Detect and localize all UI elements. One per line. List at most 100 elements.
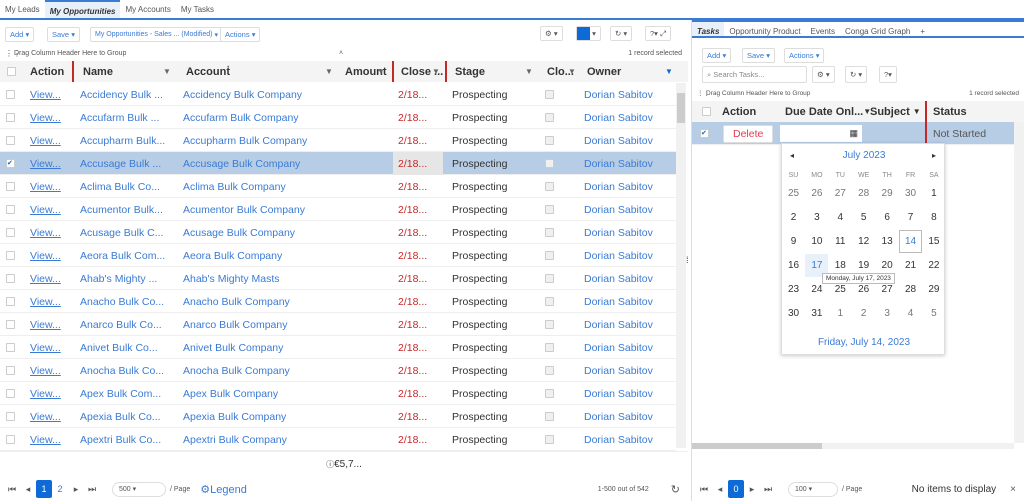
account-link[interactable]: Anacho Bulk Company	[178, 290, 338, 313]
table-row[interactable]: View... Accufarm Bulk ... Accufarm Bulk Co…	[0, 106, 676, 129]
table-row[interactable]: View... Accidency Bulk ... Accidency Bulk …	[0, 83, 676, 106]
layout-button[interactable]: ▾	[576, 26, 601, 41]
col-owner[interactable]: Owner	[582, 61, 621, 82]
page-2[interactable]: 2	[52, 480, 68, 498]
calendar-day[interactable]: 22	[922, 254, 945, 277]
filter-icon[interactable]: ▼	[563, 61, 576, 82]
opportunity-name-link[interactable]: Anacho Bulk Co...	[75, 290, 175, 313]
view-link[interactable]: View...	[25, 244, 61, 267]
table-row[interactable]: ✔ View... Accusage Bulk ... Accusage Bulk C…	[0, 152, 676, 175]
actions-button[interactable]: Actions ▾	[784, 48, 825, 63]
calendar-day[interactable]: 8	[922, 206, 945, 229]
tab-my-accounts[interactable]: My Accounts	[120, 0, 175, 18]
calendar-day[interactable]: 7	[899, 206, 922, 229]
calendar-day[interactable]: 29	[876, 182, 899, 205]
calendar-day[interactable]: 9	[782, 230, 805, 253]
opportunity-name-link[interactable]: Apex Bulk Com...	[75, 382, 175, 405]
page-current[interactable]: 0	[728, 480, 744, 498]
view-link[interactable]: View...	[25, 221, 61, 244]
v-scrollbar[interactable]	[1014, 122, 1024, 443]
row-checkbox[interactable]	[6, 389, 15, 398]
view-link[interactable]: View...	[25, 106, 61, 129]
row-checkbox[interactable]	[6, 228, 15, 237]
table-row[interactable]: View... Acusage Bulk C... Acusage Bulk Com…	[0, 221, 676, 244]
first-page-icon[interactable]: ⏮	[4, 480, 20, 498]
opportunity-name-link[interactable]: Anivet Bulk Co...	[75, 336, 175, 359]
tab-my-opportunities[interactable]: My Opportunities	[44, 0, 121, 18]
calendar-day[interactable]: 2	[852, 302, 875, 325]
table-row[interactable]: View... Aclima Bulk Co... Aclima Bulk Comp…	[0, 175, 676, 198]
opportunity-name-link[interactable]: Apextri Bulk Co...	[75, 428, 175, 451]
account-link[interactable]: Accufarm Bulk Company	[178, 106, 338, 129]
calendar-day[interactable]: 4	[899, 302, 922, 325]
row-checkbox[interactable]: ✔	[700, 129, 709, 138]
account-link[interactable]: Acumentor Bulk Company	[178, 198, 338, 221]
view-link[interactable]: View...	[25, 382, 61, 405]
settings-button[interactable]: ⚙ ▾	[812, 66, 835, 83]
view-link[interactable]: View...	[25, 336, 61, 359]
opportunity-name-link[interactable]: Anarco Bulk Co...	[75, 313, 175, 336]
owner-link[interactable]: Dorian Sabitov	[579, 198, 653, 221]
tab-tasks[interactable]: Tasks	[692, 22, 725, 36]
view-link[interactable]: View...	[25, 83, 61, 106]
close-icon[interactable]: ×	[1010, 484, 1016, 495]
row-checkbox[interactable]	[6, 435, 15, 444]
calendar-day[interactable]: 15	[922, 230, 945, 253]
col-subject[interactable]: Subject ▼	[865, 101, 921, 122]
owner-link[interactable]: Dorian Sabitov	[579, 244, 653, 267]
calendar-day[interactable]: 3	[876, 302, 899, 325]
owner-link[interactable]: Dorian Sabitov	[579, 129, 653, 152]
filter-icon[interactable]: ▼	[427, 61, 440, 82]
calendar-day[interactable]: 5	[852, 206, 875, 229]
add-button[interactable]: Add ▾	[5, 27, 35, 42]
owner-link[interactable]: Dorian Sabitov	[579, 152, 653, 175]
owner-link[interactable]: Dorian Sabitov	[579, 106, 653, 129]
opportunity-name-link[interactable]: Acusage Bulk C...	[75, 221, 175, 244]
row-checkbox[interactable]	[6, 182, 15, 191]
table-row[interactable]: View... Apexia Bulk Co... Apexia Bulk Comp…	[0, 405, 676, 428]
calendar-day[interactable]: 10	[805, 230, 828, 253]
actions-button[interactable]: Actions ▾	[220, 27, 261, 42]
calendar-day[interactable]: 2	[782, 206, 805, 229]
settings-button[interactable]: ⚙ ▾	[540, 26, 563, 41]
account-link[interactable]: Accusage Bulk Company	[178, 152, 338, 175]
row-checkbox[interactable]	[6, 136, 15, 145]
filter-icon[interactable]: ▼	[320, 61, 333, 82]
calendar-day[interactable]: 14	[899, 230, 922, 253]
filter-icon[interactable]: ▼	[520, 61, 533, 82]
col-action[interactable]: Action	[717, 101, 756, 122]
account-link[interactable]: Aclima Bulk Company	[178, 175, 338, 198]
opportunity-name-link[interactable]: Apexia Bulk Co...	[75, 405, 175, 428]
opportunity-name-link[interactable]: Aeora Bulk Com...	[75, 244, 175, 267]
table-row[interactable]: View... Anarco Bulk Co... Anarco Bulk Comp…	[0, 313, 676, 336]
opportunity-name-link[interactable]: Ahab's Mighty ...	[75, 267, 175, 290]
account-link[interactable]: Anocha Bulk Company	[178, 359, 338, 382]
expand-icon[interactable]: ⤢	[660, 29, 666, 39]
table-row[interactable]: View... Anivet Bulk Co... Anivet Bulk Comp…	[0, 336, 676, 359]
prev-page-icon[interactable]: ◂	[20, 480, 36, 498]
tab-add[interactable]: +	[915, 22, 930, 36]
calendar-day[interactable]: 12	[852, 230, 875, 253]
table-row[interactable]: View... Anacho Bulk Co... Anacho Bulk Comp…	[0, 290, 676, 313]
calendar-day[interactable]: 16	[782, 254, 805, 277]
select-all-checkbox[interactable]	[7, 67, 16, 76]
opportunity-name-link[interactable]: Acumentor Bulk...	[75, 198, 175, 221]
last-page-icon[interactable]: ⏭	[84, 480, 100, 498]
row-checkbox[interactable]	[6, 205, 15, 214]
view-link[interactable]: View...	[25, 267, 61, 290]
table-row[interactable]: View... Anocha Bulk Co... Anocha Bulk Comp…	[0, 359, 676, 382]
owner-link[interactable]: Dorian Sabitov	[579, 313, 653, 336]
view-select[interactable]: My Opportunities - Sales ... (Modified) …	[90, 27, 223, 42]
account-link[interactable]: Accupharm Bulk Company	[178, 129, 338, 152]
calendar-day[interactable]: 5	[922, 302, 945, 325]
owner-link[interactable]: Dorian Sabitov	[579, 83, 653, 106]
calendar-day[interactable]: 31	[805, 302, 828, 325]
save-button[interactable]: Save ▾	[742, 48, 775, 63]
row-checkbox[interactable]	[6, 251, 15, 260]
table-row[interactable]: View... Apex Bulk Com... Apex Bulk Company…	[0, 382, 676, 405]
filter-icon[interactable]: ▼	[660, 61, 673, 82]
next-page-icon[interactable]: ▸	[744, 480, 760, 498]
calendar-day[interactable]: 28	[852, 182, 875, 205]
row-checkbox[interactable]	[6, 274, 15, 283]
delete-button[interactable]: Delete	[723, 124, 774, 143]
